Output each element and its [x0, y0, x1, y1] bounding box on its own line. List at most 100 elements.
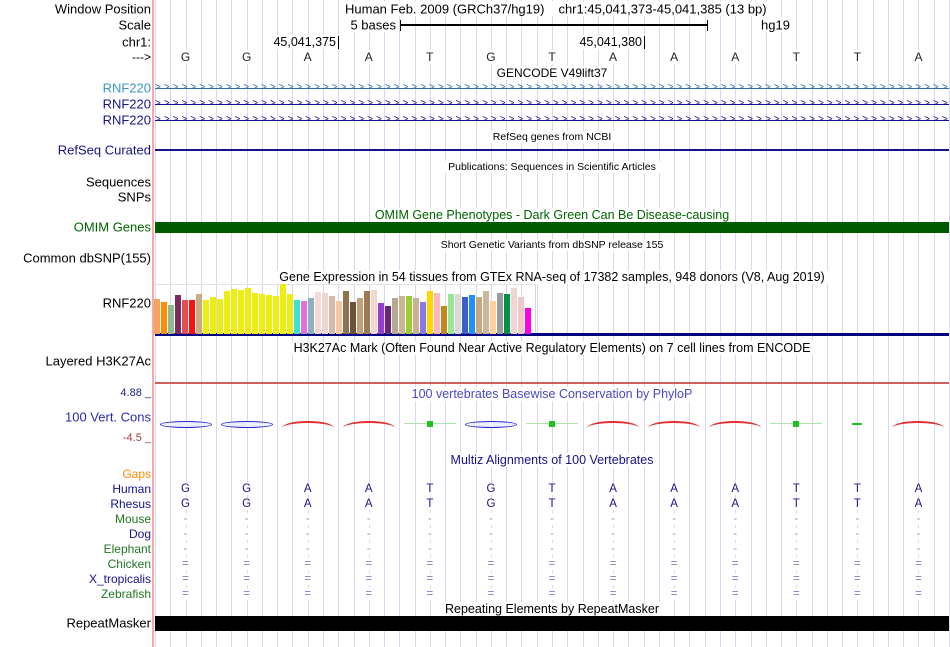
gtex-tissue-bar[interactable]	[301, 301, 307, 334]
alignment-cell: -	[487, 513, 495, 525]
gtex-tissue-bar[interactable]	[476, 297, 482, 334]
alignment-cell: A	[362, 483, 375, 495]
common-dbsnp-label[interactable]: Common dbSNP(155)	[23, 251, 151, 266]
gtex-tissue-bar[interactable]	[308, 298, 314, 334]
gridline	[872, 0, 874, 647]
alignment-cell: -	[670, 513, 679, 525]
alignment-cell: =	[485, 588, 497, 600]
gtex-tissue-bar[interactable]	[427, 291, 433, 334]
species-label-mouse: Mouse	[114, 512, 151, 526]
gtex-gene-label[interactable]: RNF220	[103, 296, 151, 311]
alignment-cell: A	[607, 498, 619, 510]
gtex-tissue-bar[interactable]	[182, 300, 188, 334]
gtex-tissue-bar[interactable]	[504, 294, 510, 334]
omim-gene-bar[interactable]	[155, 222, 949, 233]
gencode-track-title[interactable]: GENCODE V49lift37	[492, 66, 612, 80]
gtex-tissue-bar[interactable]	[420, 302, 426, 334]
gtex-tissue-bar[interactable]	[483, 291, 489, 334]
gtex-tissue-bar[interactable]	[315, 292, 321, 334]
publications-track-title[interactable]: Publications: Sequences in Scientific Ar…	[444, 161, 660, 173]
gtex-tissue-bar[interactable]	[322, 293, 328, 334]
gtex-tissue-bar[interactable]	[336, 301, 342, 334]
gtex-tissue-bar[interactable]	[378, 303, 384, 334]
gtex-tissue-bar[interactable]	[161, 302, 167, 334]
gtex-tissue-bar[interactable]	[252, 293, 258, 334]
gtex-tissue-bar[interactable]	[455, 294, 461, 334]
gtex-tissue-bar[interactable]	[350, 302, 356, 334]
gtex-tissue-bar[interactable]	[511, 288, 517, 334]
gtex-tissue-bar[interactable]	[196, 294, 202, 334]
publications-sequences-label[interactable]: Sequences	[86, 175, 151, 190]
alignment-cell: =	[607, 573, 619, 585]
gtex-tissue-bar[interactable]	[385, 306, 391, 334]
gtex-tissue-bar[interactable]	[518, 297, 524, 334]
gtex-tissue-bar[interactable]	[525, 308, 531, 334]
gtex-tissue-bar[interactable]	[343, 291, 349, 334]
gtex-tissue-bar[interactable]	[175, 295, 181, 334]
coordinate-label: 45,041,380	[578, 35, 643, 49]
repeatmasker-element-bar[interactable]	[155, 616, 949, 631]
gtex-tissue-bar[interactable]	[497, 293, 503, 334]
phylop-track-title[interactable]: 100 vertebrates Basewise Conservation by…	[407, 387, 697, 401]
gtex-tissue-bar[interactable]	[469, 295, 475, 334]
coordinate-tick	[644, 36, 645, 49]
gtex-tissue-bar[interactable]	[294, 300, 300, 334]
gene-model-arrows[interactable]: >>>>>>>>>>>>>>>>>>>>>>>>>>>>>>>>>>>>>>>>…	[155, 83, 949, 93]
gtex-tissue-bar[interactable]	[224, 291, 230, 334]
alignment-cell: -	[364, 528, 373, 540]
publications-snps-label[interactable]: SNPs	[118, 190, 151, 205]
gtex-tissue-bar[interactable]	[329, 296, 335, 334]
gtex-tissue-bar[interactable]	[392, 298, 398, 334]
h3k27ac-track-title[interactable]: H3K27Ac Mark (Often Found Near Active Re…	[289, 341, 815, 355]
vert-cons-label[interactable]: 100 Vert. Cons	[65, 410, 151, 425]
gtex-tissue-bar[interactable]	[231, 289, 237, 334]
gtex-track-title[interactable]: Gene Expression in 54 tissues from GTEx …	[275, 270, 829, 284]
gridline	[781, 0, 783, 647]
gtex-tissue-bar[interactable]	[364, 291, 370, 334]
gtex-tissue-bar[interactable]	[238, 290, 244, 334]
gtex-tissue-bar[interactable]	[406, 296, 412, 334]
gtex-tissue-bar[interactable]	[490, 301, 496, 334]
gtex-tissue-bar[interactable]	[217, 299, 223, 334]
alignment-cell: =	[790, 588, 802, 600]
omim-genes-label[interactable]: OMIM Genes	[74, 220, 151, 235]
gene-label-rnf220[interactable]: RNF220	[103, 97, 151, 112]
alignment-cell: =	[302, 558, 314, 570]
gtex-tissue-bar[interactable]	[273, 296, 279, 334]
repeatmasker-label[interactable]: RepeatMasker	[66, 616, 151, 631]
gtex-tissue-bar[interactable]	[399, 296, 405, 334]
gene-model-arrows[interactable]: >>>>>>>>>>>>>>>>>>>>>>>>>>>>>>>>>>>>>>>>…	[155, 99, 949, 109]
refseq-track-title[interactable]: RefSeq genes from NCBI	[488, 131, 616, 143]
gtex-tissue-bar[interactable]	[371, 290, 377, 334]
gene-label-rnf220[interactable]: RNF220	[103, 81, 151, 96]
gene-label-rnf220[interactable]: RNF220	[103, 113, 151, 128]
gtex-tissue-bar[interactable]	[434, 293, 440, 334]
gtex-tissue-bar[interactable]	[203, 300, 209, 334]
gtex-tissue-bar[interactable]	[210, 297, 216, 334]
gtex-tissue-bar[interactable]	[168, 305, 174, 334]
refseq-curated-label[interactable]: RefSeq Curated	[58, 143, 151, 158]
phylop-glyph-negative	[220, 421, 273, 428]
gtex-tissue-bar[interactable]	[441, 306, 447, 334]
gtex-tissue-bar[interactable]	[287, 294, 293, 334]
gtex-tissue-bar[interactable]	[280, 283, 286, 334]
gtex-tissue-bar[interactable]	[413, 298, 419, 334]
layered-h3k27ac-label[interactable]: Layered H3K27Ac	[45, 354, 151, 369]
gtex-tissue-bar[interactable]	[189, 300, 195, 334]
gtex-tissue-bar[interactable]	[462, 297, 468, 334]
gtex-tissue-bar[interactable]	[259, 294, 265, 334]
gtex-tissue-bar[interactable]	[154, 299, 160, 334]
gtex-tissue-bar[interactable]	[245, 288, 251, 334]
gtex-tissue-bar[interactable]	[266, 295, 272, 334]
alignment-cell: A	[668, 483, 680, 495]
repeatmasker-track-title[interactable]: Repeating Elements by RepeatMasker	[440, 602, 664, 616]
gtex-tissue-bar[interactable]	[357, 298, 363, 334]
alignment-cell: =	[302, 588, 314, 600]
refseq-curated-gene-line[interactable]	[155, 149, 949, 151]
omim-track-title[interactable]: OMIM Gene Phenotypes - Dark Green Can Be…	[370, 208, 734, 222]
h3k27ac-track-line[interactable]	[155, 382, 949, 384]
multiz-track-title[interactable]: Multiz Alignments of 100 Vertebrates	[446, 453, 658, 467]
gtex-tissue-bar[interactable]	[448, 294, 454, 334]
gene-model-arrows[interactable]: >>>>>>>>>>>>>>>>>>>>>>>>>>>>>>>>>>>>>>>>…	[155, 115, 949, 125]
dbsnp-track-title[interactable]: Short Genetic Variants from dbSNP releas…	[436, 239, 668, 251]
